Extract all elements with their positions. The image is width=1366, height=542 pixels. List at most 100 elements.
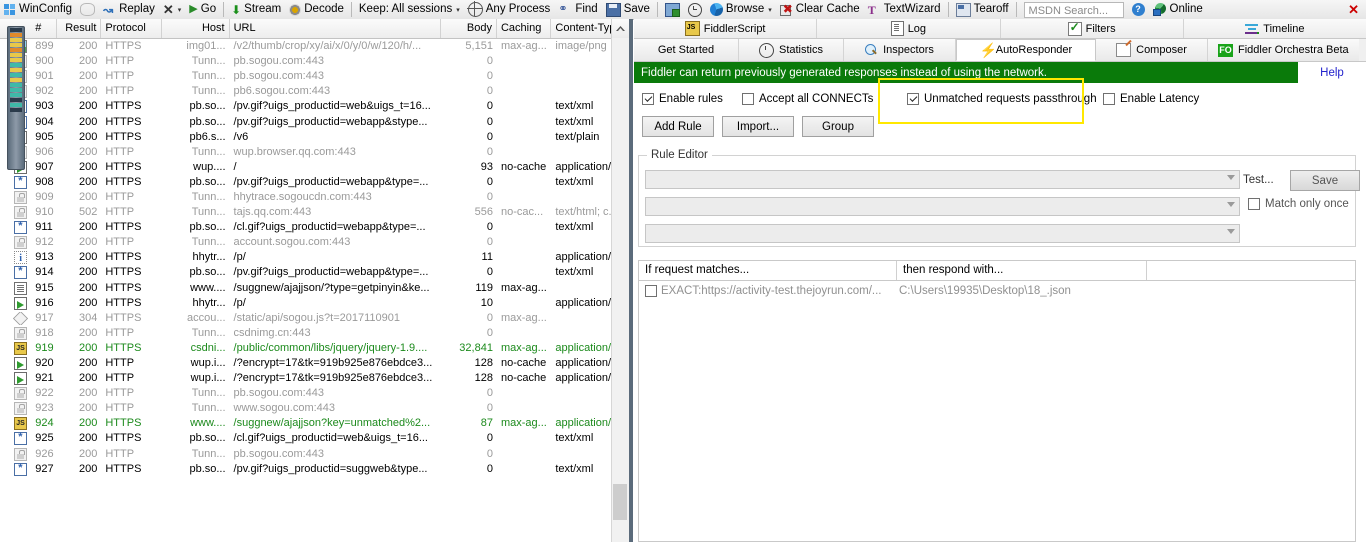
column-header-caching[interactable]: Caching bbox=[497, 19, 552, 38]
table-row[interactable]: 925 200 HTTPS pb.so... /cl.gif?uigs_producti… bbox=[0, 431, 629, 446]
grid-column-if-request-matches[interactable]: If request matches... bbox=[639, 261, 897, 280]
tab-log[interactable]: Log bbox=[817, 19, 1001, 38]
column-header-result[interactable]: Result bbox=[57, 19, 102, 38]
tab-autoresponder[interactable]: ⚡ AutoResponder bbox=[956, 39, 1096, 61]
rule-respond-combo[interactable] bbox=[645, 197, 1240, 216]
chevron-down-icon[interactable]: ▾ bbox=[456, 6, 460, 14]
tab-timeline[interactable]: Timeline bbox=[1183, 19, 1366, 38]
toolbar-text-wizard-button[interactable]: T TextWizard bbox=[864, 0, 945, 19]
checkbox-accept-connects-box[interactable] bbox=[742, 93, 754, 105]
chevron-down-icon[interactable]: ▾ bbox=[768, 6, 772, 14]
rule-row-checkbox[interactable] bbox=[645, 284, 657, 297]
table-row[interactable]: 906 200 HTTP Tunn... wup.browser.qq.com:443 0 bbox=[0, 145, 629, 160]
close-icon[interactable]: ✕ bbox=[1344, 0, 1366, 19]
grid-column-extra[interactable] bbox=[1147, 261, 1355, 280]
table-row[interactable]: 913200HTTPShhytr.../p/11application/... bbox=[0, 250, 629, 265]
toolbar-decode-button[interactable]: Decode bbox=[285, 0, 348, 19]
toolbar-timer-button[interactable] bbox=[684, 0, 706, 19]
chevron-down-icon[interactable] bbox=[1227, 175, 1235, 180]
toolbar-save-button[interactable]: Save bbox=[602, 0, 654, 19]
tab-inspectors[interactable]: Inspectors bbox=[844, 39, 956, 61]
toolbar-keep-sessions-dropdown[interactable]: Keep: All sessions ▾ bbox=[355, 0, 464, 19]
test-link[interactable]: Test... bbox=[1243, 174, 1274, 186]
toolbar-comment-button[interactable] bbox=[76, 0, 99, 19]
tab-filters[interactable]: Filters bbox=[1000, 19, 1184, 38]
table-row[interactable]: 899 200 HTTPS img01... /v2/thumb/crop/xy/ai/… bbox=[0, 39, 629, 54]
tab-fiddler-orchestra[interactable]: FO Fiddler Orchestra Beta bbox=[1208, 39, 1359, 61]
toolbar-stream-button[interactable]: ⬇ Stream bbox=[227, 0, 285, 19]
table-row[interactable]: 916 200 HTTPS hhytr.../p/10 application/... bbox=[0, 296, 629, 311]
table-row[interactable]: 905 200 HTTPS pb6.s.../v6 0 text/plain bbox=[0, 130, 629, 145]
table-row[interactable]: 908 200 HTTPS pb.so... /pv.gif?uigs_producti… bbox=[0, 175, 629, 190]
toolbar-any-process-button[interactable]: Any Process bbox=[464, 0, 555, 19]
rules-grid-row[interactable]: EXACT:https://activity-test.thejoyrun.co… bbox=[639, 281, 1355, 300]
table-row[interactable]: 903 200 HTTPS pb.so... /pv.gif?uigs_producti… bbox=[0, 99, 629, 114]
table-row[interactable]: 907 200 HTTPS wup..../93 no-cache application… bbox=[0, 160, 629, 175]
table-row[interactable]: 922 200 HTTP Tunn... pb.sogou.com:443 0 bbox=[0, 386, 629, 401]
table-row[interactable]: 912 200 HTTP Tunn... account.sogou.com:443 0 bbox=[0, 235, 629, 250]
table-row[interactable]: 900 200 HTTP Tunn... pb.sogou.com:443 0 bbox=[0, 54, 629, 69]
checkbox-unmatched-passthrough[interactable]: Unmatched requests passthrough bbox=[907, 93, 1103, 105]
checkbox-enable-latency[interactable]: Enable Latency bbox=[1103, 93, 1199, 105]
rule-match-combo[interactable] bbox=[645, 170, 1240, 189]
table-row[interactable]: 910 502 HTTP Tunn... tajs.qq.com:443 556 no-ca… bbox=[0, 205, 629, 220]
sessions-vertical-scrollbar[interactable] bbox=[611, 38, 629, 542]
table-row[interactable]: 917 304 HTTPS accou... /static/api/sogou.js?… bbox=[0, 311, 629, 326]
column-header-number[interactable]: # bbox=[31, 19, 57, 38]
column-header-protocol[interactable]: Protocol bbox=[101, 19, 162, 38]
table-row[interactable]: 921 200 HTTP wup.i... /?encrypt=17&tk=919b92… bbox=[0, 371, 629, 386]
add-rule-button[interactable]: Add Rule bbox=[642, 116, 714, 137]
panel-splitter[interactable] bbox=[629, 19, 633, 542]
checkbox-match-only-once-box[interactable] bbox=[1248, 198, 1260, 210]
sessions-rows[interactable]: 899 200 HTTPS img01... /v2/thumb/crop/xy/ai/… bbox=[0, 39, 629, 542]
checkbox-accept-connects[interactable]: Accept all CONNECTs bbox=[742, 93, 907, 105]
grid-column-then-respond-with[interactable]: then respond with... bbox=[897, 261, 1147, 280]
table-row[interactable]: 918 200 HTTP Tunn... csdnimg.cn:443 0 bbox=[0, 326, 629, 341]
checkbox-unmatched-passthrough-box[interactable] bbox=[907, 93, 919, 105]
toolbar-winconfig-button[interactable]: WinConfig bbox=[0, 0, 76, 19]
table-row[interactable]: 901 200 HTTP Tunn... pb.sogou.com:443 0 bbox=[0, 69, 629, 84]
scroll-up-icon[interactable] bbox=[611, 19, 629, 38]
rules-grid-body[interactable]: EXACT:https://activity-test.thejoyrun.co… bbox=[638, 281, 1356, 542]
checkbox-enable-latency-box[interactable] bbox=[1103, 93, 1115, 105]
table-row[interactable]: 915 200 HTTPS www.... /suggnew/ajajjson/?typ… bbox=[0, 281, 629, 296]
import-button[interactable]: Import... bbox=[722, 116, 794, 137]
table-row[interactable]: 919 200 HTTPS csdni... /public/common/libs/j… bbox=[0, 341, 629, 356]
toolbar-help-button[interactable]: ? bbox=[1128, 0, 1149, 19]
toolbar-msdn-search[interactable]: MSDN Search... bbox=[1020, 0, 1128, 19]
help-link[interactable]: Help bbox=[1298, 62, 1366, 83]
checkbox-enable-rules[interactable]: Enable rules bbox=[642, 93, 742, 105]
table-row[interactable]: 927 200 HTTPS pb.so... /pv.gif?uigs_producti… bbox=[0, 462, 629, 477]
checkbox-enable-rules-box[interactable] bbox=[642, 93, 654, 105]
table-row[interactable]: 911 200 HTTPS pb.so... /cl.gif?uigs_producti… bbox=[0, 220, 629, 235]
scrollbar-thumb[interactable] bbox=[613, 484, 627, 520]
table-row[interactable]: 902 200 HTTP Tunn... pb6.sogou.com:443 0 bbox=[0, 84, 629, 99]
table-row[interactable]: 914 200 HTTPS pb.so... /pv.gif?uigs_producti… bbox=[0, 265, 629, 280]
column-header-url[interactable]: URL bbox=[230, 19, 441, 38]
toolbar-remove-button[interactable]: ✕ ▾ bbox=[159, 0, 185, 19]
table-row[interactable]: 904 200 HTTPS pb.so... /pv.gif?uigs_producti… bbox=[0, 114, 629, 129]
toolbar-find-button[interactable]: ⚭ Find bbox=[554, 0, 601, 19]
chevron-down-icon[interactable] bbox=[1227, 202, 1235, 207]
chevron-down-icon[interactable] bbox=[1227, 229, 1235, 234]
toolbar-online-button[interactable]: Online bbox=[1149, 0, 1207, 19]
tab-composer[interactable]: Composer bbox=[1096, 39, 1208, 61]
toolbar-replay-button[interactable]: ↝ Replay bbox=[99, 0, 159, 19]
table-row[interactable]: 923 200 HTTP Tunn... www.sogou.com:443 0 bbox=[0, 401, 629, 416]
save-rule-button[interactable]: Save bbox=[1290, 170, 1360, 191]
msdn-search-input[interactable]: MSDN Search... bbox=[1023, 1, 1124, 18]
sessions-list[interactable]: # Result Protocol Host URL Body Caching … bbox=[0, 19, 630, 542]
toolbar-save-copy-button[interactable] bbox=[661, 0, 684, 19]
column-header-body[interactable]: Body bbox=[441, 19, 497, 38]
table-row[interactable]: 924 200 HTTPS www.... /suggnew/ajajjson?key=… bbox=[0, 416, 629, 431]
chevron-down-icon[interactable]: ▾ bbox=[178, 6, 182, 14]
table-row[interactable]: 926 200 HTTP Tunn... pb.sogou.com:443 0 bbox=[0, 447, 629, 462]
toolbar-clear-cache-button[interactable]: Clear Cache bbox=[776, 0, 864, 19]
table-row[interactable]: 909 200 HTTP Tunn... hhytrace.sogoucdn.com:4… bbox=[0, 190, 629, 205]
column-header-host[interactable]: Host bbox=[162, 19, 230, 38]
tab-fiddlerscript[interactable]: FiddlerScript bbox=[634, 19, 818, 38]
table-row[interactable]: 920 200 HTTP wup.i... /?encrypt=17&tk=919b92… bbox=[0, 356, 629, 371]
toolbar-tearoff-button[interactable]: Tearoff bbox=[952, 0, 1013, 19]
checkbox-match-only-once[interactable]: Match only once bbox=[1248, 198, 1349, 210]
toolbar-browse-button[interactable]: Browse ▾ bbox=[706, 0, 776, 19]
